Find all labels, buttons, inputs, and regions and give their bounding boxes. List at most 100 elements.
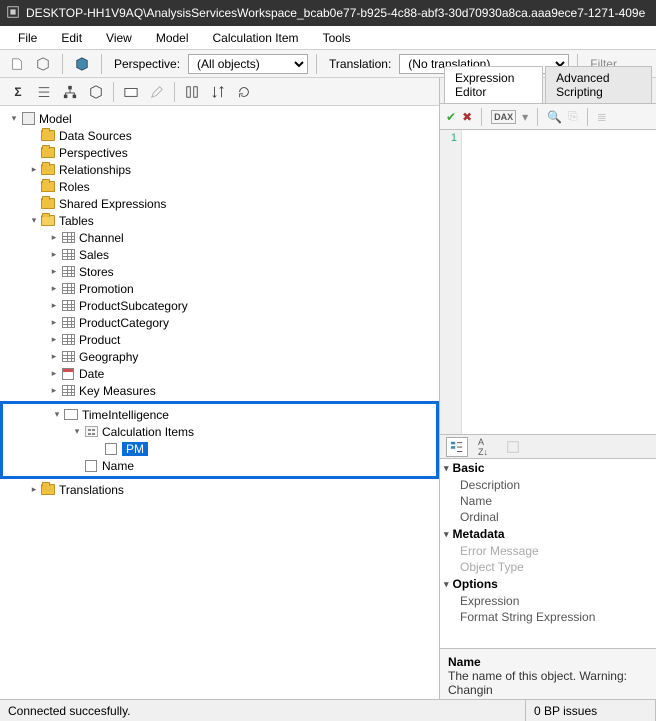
- menu-file[interactable]: File: [8, 28, 47, 48]
- right-tabs: Expression Editor Advanced Scripting: [440, 78, 656, 104]
- tree-timeintelligence[interactable]: ▾TimeIntelligence: [3, 406, 436, 423]
- props-section-metadata[interactable]: ▾Metadata: [440, 525, 656, 543]
- tree-calculation-items[interactable]: ▾Calculation Items: [3, 423, 436, 440]
- prop-ordinal[interactable]: Ordinal: [440, 509, 656, 525]
- refresh-icon[interactable]: [232, 81, 256, 103]
- editor-content[interactable]: [462, 130, 656, 434]
- status-bp-issues[interactable]: 0 BP issues: [526, 700, 656, 721]
- tree-table-keymeasures[interactable]: ▸Key Measures: [0, 382, 439, 399]
- tree-calc-name-column[interactable]: Name: [3, 457, 436, 474]
- selected-calc-item[interactable]: PM: [122, 442, 148, 456]
- tree-table-productcategory[interactable]: ▸ProductCategory: [0, 314, 439, 331]
- edit-toggle-icon[interactable]: [145, 81, 169, 103]
- table-icon: [60, 247, 76, 263]
- tree-model[interactable]: ▾Model: [0, 110, 439, 127]
- deploy-icon[interactable]: [71, 53, 93, 75]
- table-icon: [60, 230, 76, 246]
- columns-icon[interactable]: [180, 81, 204, 103]
- menu-view[interactable]: View: [96, 28, 142, 48]
- cancel-icon[interactable]: ✖: [462, 110, 472, 124]
- tree-table-promotion[interactable]: ▸Promotion: [0, 280, 439, 297]
- folder-icon: [40, 196, 56, 212]
- cube-toggle-icon[interactable]: [84, 81, 108, 103]
- prop-format-string[interactable]: Format String Expression: [440, 609, 656, 625]
- prop-expression[interactable]: Expression: [440, 593, 656, 609]
- editor-toolbar: ✔ ✖ DAX ▾ 🔍 ⎘ ≣: [440, 104, 656, 130]
- tab-advanced-scripting[interactable]: Advanced Scripting: [545, 66, 652, 103]
- alphabetical-icon[interactable]: AZ↓: [472, 437, 494, 457]
- property-description-body: The name of this object. Warning: Changi…: [448, 669, 648, 697]
- menu-calculation-item[interactable]: Calculation Item: [203, 28, 309, 48]
- tree-shared-expressions[interactable]: Shared Expressions: [0, 195, 439, 212]
- list-icon[interactable]: [32, 81, 56, 103]
- separator: [537, 108, 538, 126]
- tree-tables[interactable]: ▾Tables: [0, 212, 439, 229]
- props-section-basic[interactable]: ▾Basic: [440, 459, 656, 477]
- tree-table-date[interactable]: ▸Date: [0, 365, 439, 382]
- table-icon: [60, 349, 76, 365]
- highlighted-section: ▾TimeIntelligence ▾Calculation Items PM …: [0, 401, 439, 479]
- tree-data-sources[interactable]: Data Sources: [0, 127, 439, 144]
- prop-name[interactable]: Name: [440, 493, 656, 509]
- tree-perspectives[interactable]: Perspectives: [0, 144, 439, 161]
- tree-table-productsubcategory[interactable]: ▸ProductSubcategory: [0, 297, 439, 314]
- dropdown-icon[interactable]: ▾: [522, 110, 528, 124]
- indent-icon[interactable]: ≣: [597, 110, 607, 124]
- tree-calc-item-pm[interactable]: PM: [3, 440, 436, 457]
- separator: [587, 108, 588, 126]
- prop-object-type[interactable]: Object Type: [440, 559, 656, 575]
- tree-relationships[interactable]: ▸Relationships: [0, 161, 439, 178]
- sort-icon[interactable]: [206, 81, 230, 103]
- tree-table-product[interactable]: ▸Product: [0, 331, 439, 348]
- tree-table-sales[interactable]: ▸Sales: [0, 246, 439, 263]
- categorized-icon[interactable]: [446, 437, 468, 457]
- calc-item-icon: [103, 441, 119, 457]
- menu-edit[interactable]: Edit: [51, 28, 92, 48]
- date-icon: [60, 366, 76, 382]
- menu-tools[interactable]: Tools: [313, 28, 361, 48]
- app-icon: [6, 5, 20, 22]
- separator: [62, 54, 63, 74]
- props-section-options[interactable]: ▾Options: [440, 575, 656, 593]
- folder-icon: [40, 128, 56, 144]
- dax-editor[interactable]: 1: [440, 130, 656, 435]
- tab-expression-editor[interactable]: Expression Editor: [444, 66, 543, 103]
- folder-icon: [40, 145, 56, 161]
- table-icon: [60, 264, 76, 280]
- translation-label: Translation:: [329, 57, 391, 71]
- menu-model[interactable]: Model: [146, 28, 199, 48]
- perspective-label: Perspective:: [114, 57, 180, 71]
- table-icon: [60, 383, 76, 399]
- prop-error-message[interactable]: Error Message: [440, 543, 656, 559]
- tree-pane: Σ ▾Model Data Sources Perspectives ▸Rela…: [0, 78, 440, 699]
- main-area: Σ ▾Model Data Sources Perspectives ▸Rela…: [0, 78, 656, 699]
- tree-translations[interactable]: ▸Translations: [0, 481, 439, 498]
- separator: [101, 54, 102, 74]
- cube-icon[interactable]: [32, 53, 54, 75]
- folder-icon: [40, 162, 56, 178]
- sigma-icon[interactable]: Σ: [6, 81, 30, 103]
- status-left: Connected succesfully.: [0, 700, 526, 721]
- table-icon: [60, 281, 76, 297]
- tree-table-geography[interactable]: ▸Geography: [0, 348, 439, 365]
- tree-roles[interactable]: Roles: [0, 178, 439, 195]
- commit-icon[interactable]: ✔: [446, 110, 456, 124]
- hierarchy-icon[interactable]: [58, 81, 82, 103]
- new-icon[interactable]: [6, 53, 28, 75]
- column-icon: [83, 458, 99, 474]
- tree-table-channel[interactable]: ▸Channel: [0, 229, 439, 246]
- separator: [481, 108, 482, 126]
- dax-format-icon[interactable]: DAX: [491, 110, 516, 124]
- property-description-title: Name: [448, 655, 648, 669]
- table-icon: [60, 315, 76, 331]
- folder-toggle-icon[interactable]: [119, 81, 143, 103]
- tree-table-stores[interactable]: ▸Stores: [0, 263, 439, 280]
- separator: [174, 82, 175, 102]
- replace-icon[interactable]: ⎘: [568, 109, 578, 124]
- prop-description[interactable]: Description: [440, 477, 656, 493]
- model-tree[interactable]: ▾Model Data Sources Perspectives ▸Relati…: [0, 106, 439, 502]
- property-pages-icon[interactable]: [502, 437, 524, 457]
- search-icon[interactable]: 🔍: [547, 110, 562, 124]
- perspective-select[interactable]: (All objects): [188, 54, 308, 74]
- properties-grid[interactable]: ▾Basic Description Name Ordinal ▾Metadat…: [440, 459, 656, 649]
